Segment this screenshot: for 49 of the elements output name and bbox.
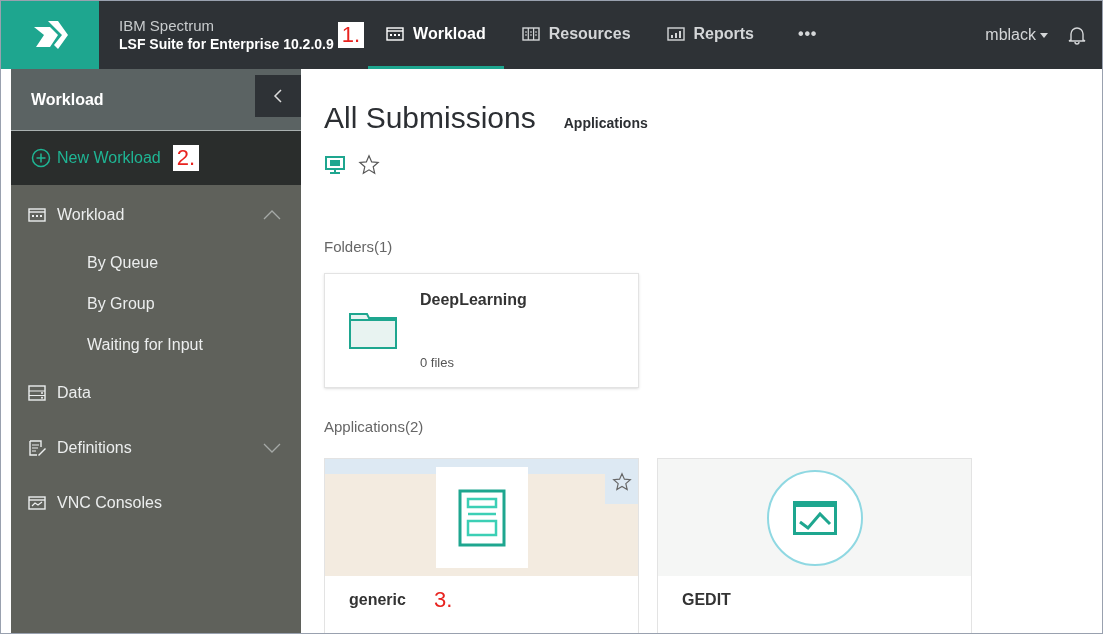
plus-circle-icon [31,148,51,168]
application-card[interactable]: generic 3. [324,458,639,633]
nav-tab[interactable]: Workload [368,1,504,69]
product-name: IBM Spectrum [119,16,216,36]
window-chart-icon [28,494,47,511]
monitor-icon[interactable] [324,155,346,175]
user-menu[interactable]: mblack [985,23,1048,47]
callout-number: 2. [172,145,200,171]
application-card[interactable]: GEDIT [657,458,972,633]
product-edition: LSF Suite for Enterprise 10.2.0.9 [119,35,334,54]
sidebar-subitem[interactable]: Waiting for Input [11,324,301,365]
new-workload-button[interactable]: New Workload [31,146,161,170]
sidebar-item[interactable]: Workload [11,187,301,242]
section-label: Applications(2) [324,416,425,437]
logo-icon [1,1,99,69]
sidebar-item[interactable]: VNC Consoles [11,475,301,530]
nav-tab[interactable]: ••• [772,1,844,69]
sidebar-item[interactable]: Definitions [11,420,301,475]
bar-chart-icon [666,25,686,42]
calendar-icon [28,206,47,223]
star-icon[interactable] [358,154,380,176]
sidebar-subitem[interactable]: By Queue [11,242,301,283]
folder-icon [348,311,397,349]
bell-icon[interactable] [1068,25,1086,45]
folder-card[interactable]: DeepLearning 0 files [324,272,639,388]
chevron-left-icon [273,88,283,104]
application-name: GEDIT [682,590,731,610]
sidebar-subitem[interactable]: By Group [11,283,301,324]
file-count: 0 files [420,354,455,372]
nav-tab[interactable]: Reports [648,1,772,69]
sidebar-item[interactable]: Data [11,365,301,420]
sidebar-title: Workload [31,89,104,110]
breadcrumb-link[interactable]: Applications [563,113,648,134]
page-title: All Submissions [324,100,536,136]
nav-tab[interactable]: Resources [503,1,649,69]
grid-icon [521,25,541,42]
chevron-up-icon[interactable] [263,209,281,220]
callout-number: 1. [337,22,365,48]
document-pencil-icon [28,439,47,456]
application-name: generic [349,590,406,610]
callout-number: 3. [433,589,453,611]
folder-name: DeepLearning [420,289,527,310]
section-label: Folders(1) [324,237,394,257]
calendar-icon [386,25,406,42]
caret-icon [1040,32,1048,38]
star-icon[interactable] [611,471,632,492]
server-icon [28,384,47,401]
chevron-down-icon[interactable] [263,442,281,453]
form-icon [457,488,506,547]
